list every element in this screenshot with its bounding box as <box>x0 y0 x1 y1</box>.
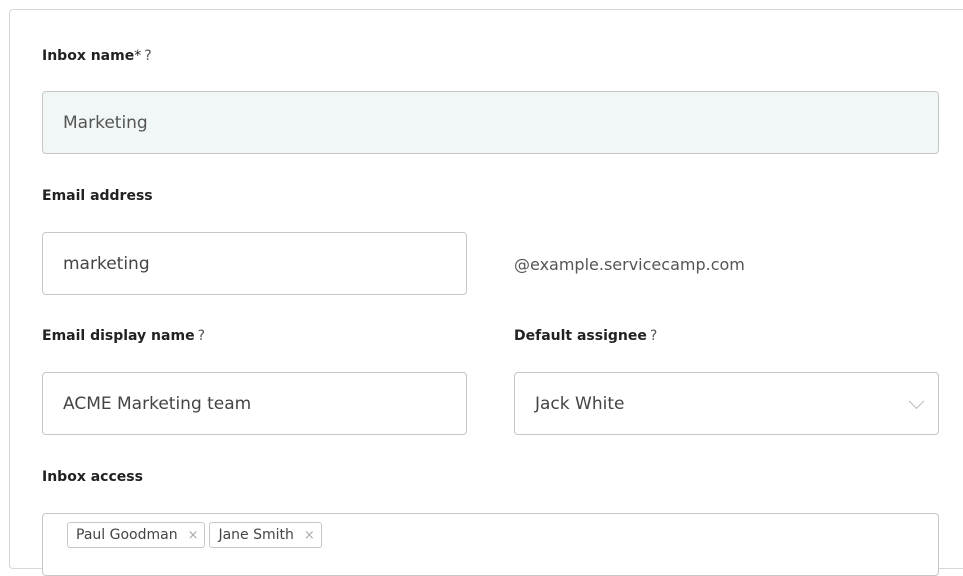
inbox-settings-form: Inbox name*? Marketing Email address mar… <box>9 9 963 576</box>
inbox-name-help-icon[interactable]: ? <box>144 48 151 64</box>
default-assignee-value: Jack White <box>535 393 625 414</box>
remove-tag-icon[interactable]: × <box>188 528 199 543</box>
inbox-access-input[interactable]: Paul Goodman × Jane Smith × <box>42 513 939 576</box>
inbox-access-label: Inbox access <box>42 469 143 485</box>
inbox-name-label-text: Inbox name <box>42 48 135 64</box>
email-display-name-label: Email display name? <box>42 328 205 344</box>
access-tag: Paul Goodman × <box>67 522 206 548</box>
inbox-name-input[interactable]: Marketing <box>42 91 939 154</box>
email-address-input[interactable]: marketing <box>42 232 467 295</box>
default-assignee-help-icon[interactable]: ? <box>650 328 657 344</box>
required-mark: * <box>134 48 142 64</box>
email-display-name-help-icon[interactable]: ? <box>198 328 205 344</box>
access-tag: Jane Smith × <box>209 522 322 548</box>
email-display-name-value: ACME Marketing team <box>63 393 252 414</box>
email-domain-suffix: @example.servicecamp.com <box>514 255 745 274</box>
email-address-label: Email address <box>42 188 153 204</box>
inbox-name-value: Marketing <box>63 112 148 133</box>
email-display-name-label-text: Email display name <box>42 328 195 344</box>
default-assignee-label: Default assignee? <box>514 328 657 344</box>
inbox-name-label: Inbox name*? <box>42 48 152 64</box>
email-address-value: marketing <box>63 253 150 274</box>
email-display-name-input[interactable]: ACME Marketing team <box>42 372 467 435</box>
access-tag-name: Jane Smith <box>218 527 294 543</box>
access-tag-name: Paul Goodman <box>76 527 178 543</box>
chevron-down-icon[interactable] <box>908 392 925 409</box>
default-assignee-select[interactable]: Jack White <box>514 372 939 435</box>
remove-tag-icon[interactable]: × <box>304 528 315 543</box>
default-assignee-label-text: Default assignee <box>514 328 647 344</box>
